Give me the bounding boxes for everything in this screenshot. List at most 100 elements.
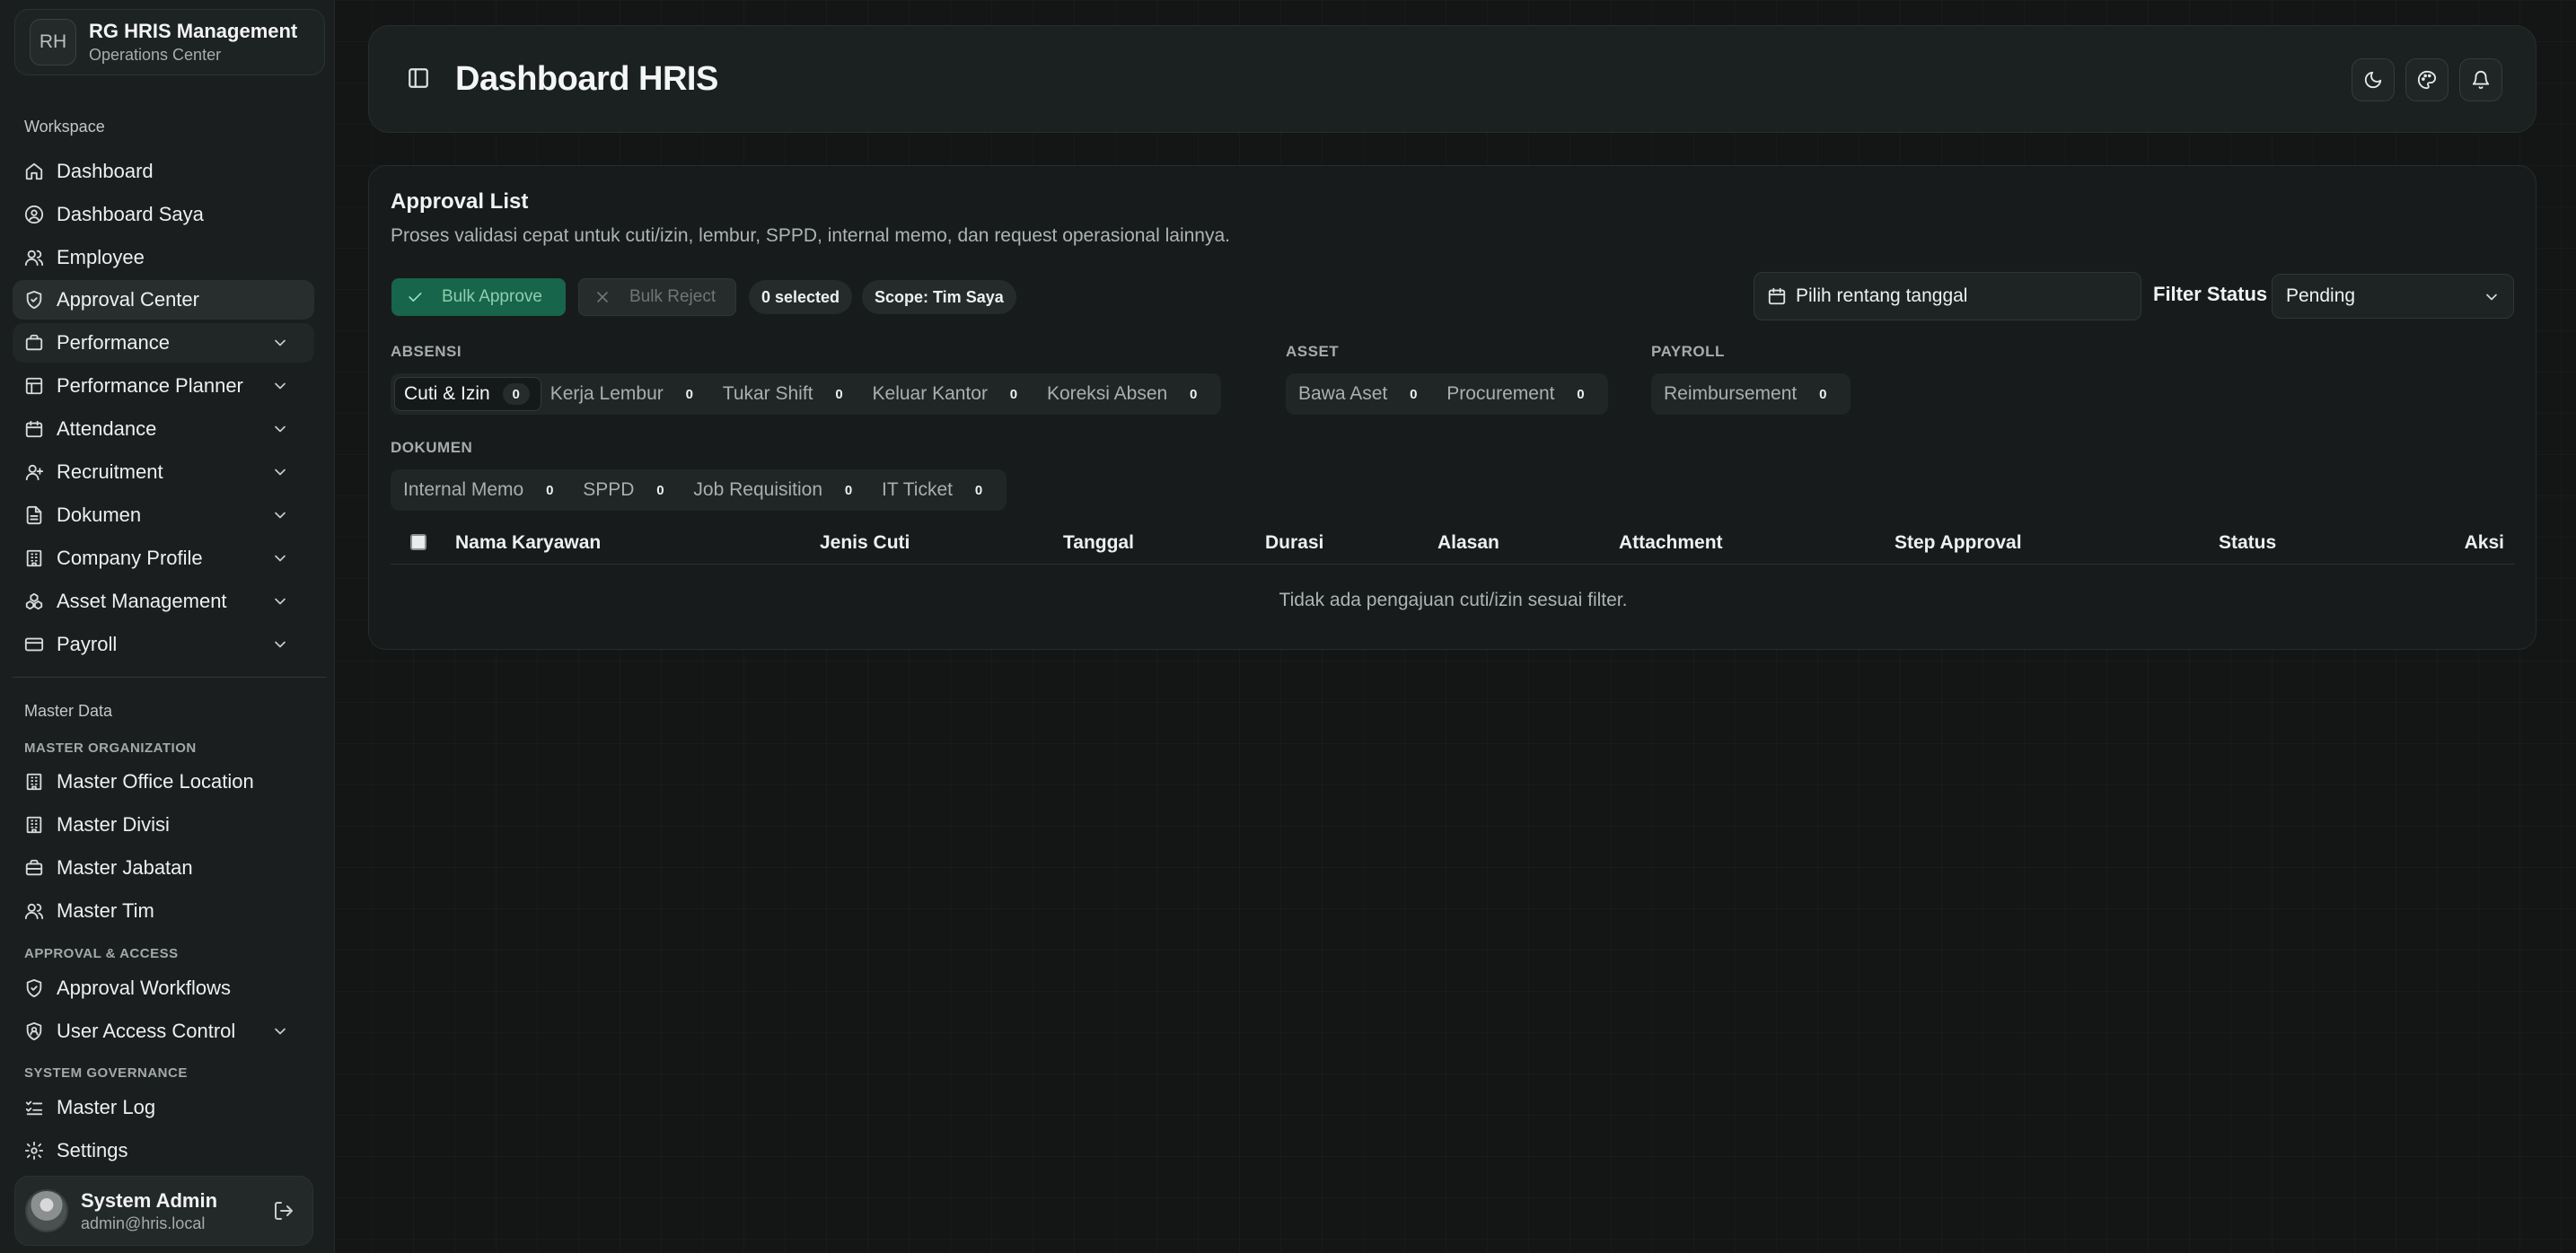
- column-header[interactable]: Jenis Cuti: [820, 532, 910, 554]
- group-label-master-organization: MASTER ORGANIZATION: [24, 740, 197, 756]
- notifications-button[interactable]: [2459, 58, 2502, 101]
- shield-check-icon: [26, 290, 42, 310]
- workspace-label: Workspace: [24, 118, 105, 136]
- tab-internal-memo[interactable]: Internal Memo 0: [394, 473, 574, 507]
- sidebar-toggle-icon[interactable]: [407, 66, 430, 90]
- sidebar-item-label: Payroll: [57, 633, 118, 655]
- sidebar-item-attendance[interactable]: Attendance: [13, 409, 314, 449]
- tab-label: Internal Memo: [403, 479, 524, 500]
- sidebar-item-performance-planner[interactable]: Performance Planner: [13, 366, 314, 406]
- sidebar-item-performance[interactable]: Performance: [13, 323, 314, 363]
- sidebar-item-approval-workflows[interactable]: Approval Workflows: [13, 968, 314, 1008]
- tab-koreksi-absen[interactable]: Koreksi Absen 0: [1038, 377, 1218, 411]
- user-card[interactable]: System Admin admin@hris.local: [14, 1176, 313, 1246]
- brand-logo: RH: [30, 19, 76, 66]
- tab-tukar-shift[interactable]: Tukar Shift 0: [714, 377, 864, 411]
- palette-button[interactable]: [2405, 58, 2449, 101]
- bulk-approve-label: Bulk Approve: [442, 287, 542, 306]
- sidebar-item-label: Master Divisi: [57, 813, 170, 836]
- palette-icon: [2417, 70, 2437, 90]
- column-header[interactable]: Attachment: [1619, 532, 1723, 554]
- select-all-checkbox[interactable]: [410, 534, 426, 550]
- brand-card[interactable]: RH RG HRIS Management Operations Center: [14, 9, 325, 75]
- column-header[interactable]: Tanggal: [1063, 532, 1134, 554]
- chevron-down-icon: [275, 598, 286, 605]
- building-icon: [26, 773, 42, 791]
- sidebar-item-label: Approval Center: [57, 288, 199, 311]
- tab-sppd[interactable]: SPPD 0: [574, 473, 684, 507]
- selected-count-badge: 0 selected: [749, 280, 853, 314]
- column-header[interactable]: Step Approval: [1895, 532, 2022, 554]
- sidebar-item-label: Master Office Location: [57, 770, 254, 793]
- sidebar-item-dashboard-saya[interactable]: Dashboard Saya: [13, 195, 314, 234]
- sidebar-item-label: Attendance: [57, 417, 157, 440]
- date-range-placeholder: Pilih rentang tanggal: [1796, 285, 1968, 306]
- bulk-reject-button[interactable]: Bulk Reject: [578, 278, 736, 316]
- sidebar-item-dokumen[interactable]: Dokumen: [13, 495, 314, 535]
- column-header[interactable]: Aksi: [2465, 532, 2504, 554]
- tab-job-requisition[interactable]: Job Requisition 0: [684, 473, 873, 507]
- filter-status-label: Filter Status: [2153, 283, 2268, 305]
- column-header[interactable]: Alasan: [1437, 532, 1499, 554]
- moon-icon: [2364, 71, 2382, 89]
- chevron-down-icon: [275, 641, 286, 648]
- tab-label: Koreksi Absen: [1046, 383, 1168, 404]
- date-range-picker[interactable]: Pilih rentang tanggal: [1754, 272, 2141, 320]
- user-circle-icon: [24, 205, 44, 224]
- theme-toggle-button[interactable]: [2352, 58, 2395, 101]
- chevron-down-icon: [275, 512, 286, 519]
- column-header[interactable]: Nama Karyawan: [455, 532, 601, 554]
- tab-count: 0: [1009, 386, 1018, 402]
- tab-bawa-aset[interactable]: Bawa Aset 0: [1289, 377, 1437, 411]
- bulk-approve-button[interactable]: Bulk Approve: [391, 278, 566, 316]
- tab-keluar-kantor[interactable]: Keluar Kantor 0: [864, 377, 1038, 411]
- tab-count: 0: [1819, 386, 1827, 402]
- tab-reimbursement[interactable]: Reimbursement 0: [1655, 377, 1847, 411]
- logout-icon[interactable]: [273, 1200, 295, 1222]
- tab-procurement[interactable]: Procurement 0: [1437, 377, 1605, 411]
- sidebar-item-master-log[interactable]: Master Log: [13, 1088, 314, 1127]
- chevron-down-icon: [275, 382, 286, 390]
- tab-it-ticket[interactable]: IT Ticket 0: [873, 473, 1003, 507]
- sidebar-item-user-access-control[interactable]: User Access Control: [13, 1012, 314, 1051]
- user-email: admin@hris.local: [81, 1214, 206, 1232]
- sidebar-item-label: Company Profile: [57, 547, 203, 569]
- sidebar-item-master-office-location[interactable]: Master Office Location: [13, 762, 314, 802]
- sidebar-item-company-profile[interactable]: Company Profile: [13, 539, 314, 578]
- tab-kerja-lembur[interactable]: Kerja Lembur 0: [541, 377, 714, 411]
- tab-label: Procurement: [1446, 383, 1555, 404]
- group-label-approval-access: APPROVAL & ACCESS: [24, 946, 179, 961]
- tab-label: Tukar Shift: [722, 383, 813, 404]
- category-label-absensi: ABSENSI: [391, 343, 462, 360]
- sidebar-item-label: Settings: [57, 1139, 128, 1161]
- sidebar-item-master-jabatan[interactable]: Master Jabatan: [13, 848, 314, 888]
- sidebar-item-recruitment[interactable]: Recruitment: [13, 452, 314, 492]
- sidebar-item-asset-management[interactable]: Asset Management: [13, 582, 314, 621]
- sidebar-item-master-divisi[interactable]: Master Divisi: [13, 805, 314, 845]
- chevron-down-icon: [275, 1028, 286, 1035]
- tab-cuti-izin[interactable]: Cuti & Izin 0: [394, 377, 541, 411]
- building-icon: [26, 549, 42, 567]
- building-icon: [26, 816, 42, 834]
- user-name: System Admin: [81, 1188, 218, 1212]
- sidebar-item-payroll[interactable]: Payroll: [13, 625, 314, 664]
- sidebar-item-dashboard[interactable]: Dashboard: [13, 152, 314, 191]
- filter-status-select[interactable]: Pending: [2272, 274, 2514, 319]
- sidebar-item-employee[interactable]: Employee: [13, 238, 314, 277]
- sidebar-item-approval-center[interactable]: Approval Center: [13, 280, 314, 320]
- tab-label: Cuti & Izin: [404, 383, 490, 404]
- chevron-down-icon: [275, 555, 286, 562]
- sidebar-item-settings[interactable]: Settings: [13, 1131, 314, 1170]
- list-checks-icon: [25, 1100, 43, 1116]
- column-header[interactable]: Durasi: [1265, 532, 1323, 554]
- avatar: [25, 1189, 68, 1232]
- tab-count: 0: [835, 386, 843, 402]
- sidebar-item-master-tim[interactable]: Master Tim: [13, 891, 314, 931]
- calendar-icon: [1768, 287, 1786, 305]
- filter-status-value: Pending: [2286, 285, 2356, 306]
- tab-count: 0: [656, 482, 664, 498]
- user-plus-icon: [25, 464, 44, 481]
- column-header[interactable]: Status: [2219, 532, 2276, 554]
- shield-user-icon: [26, 1021, 42, 1041]
- tab-count: 0: [685, 386, 693, 402]
